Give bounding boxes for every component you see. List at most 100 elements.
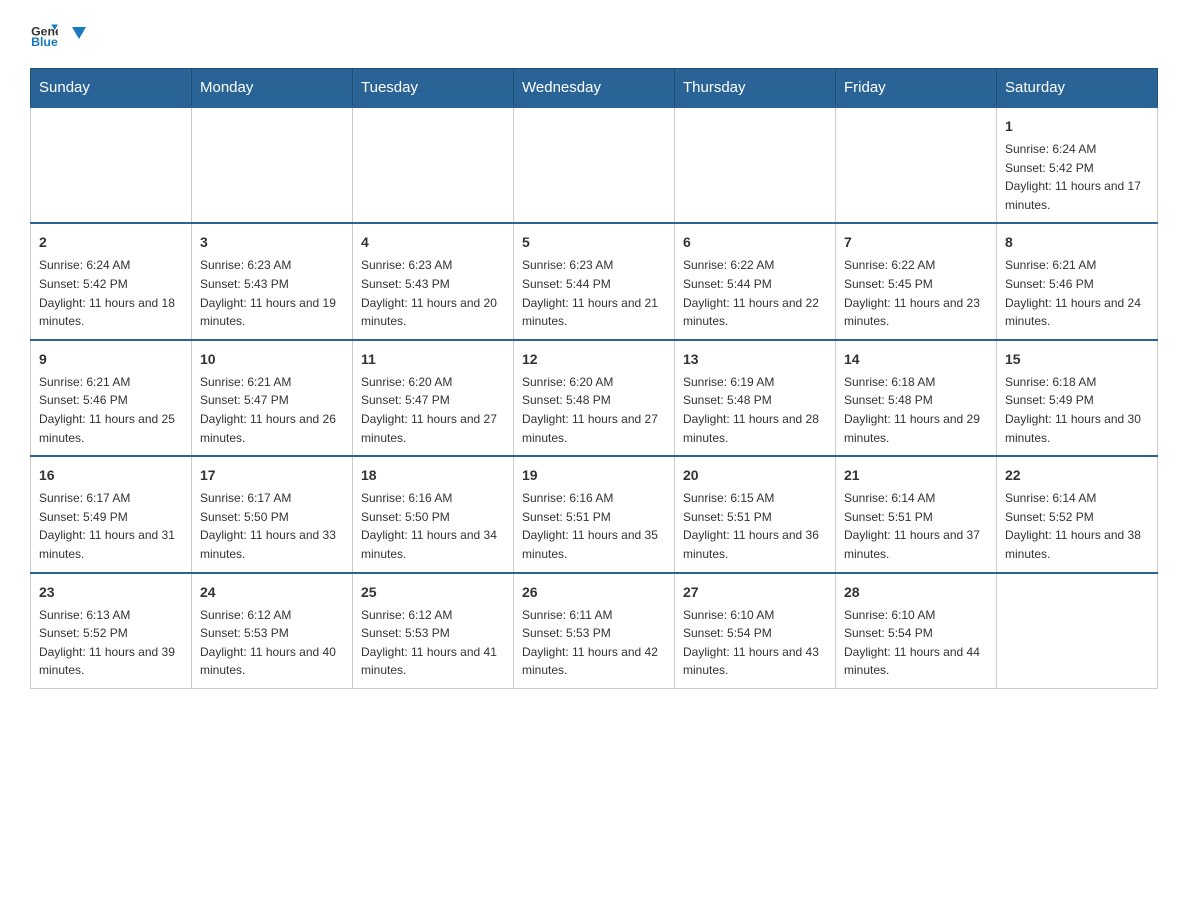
calendar-day-header: Saturday [997,69,1158,108]
day-info: Sunrise: 6:24 AMSunset: 5:42 PMDaylight:… [1005,140,1149,214]
day-number: 14 [844,349,988,370]
calendar-day-cell: 18 Sunrise: 6:16 AMSunset: 5:50 PMDayligh… [353,456,514,572]
day-info: Sunrise: 6:15 AMSunset: 5:51 PMDaylight:… [683,489,827,563]
calendar-day-cell [514,107,675,223]
calendar-day-cell: 5 Sunrise: 6:23 AMSunset: 5:44 PMDaylight… [514,223,675,339]
day-number: 5 [522,232,666,253]
calendar-day-cell: 3 Sunrise: 6:23 AMSunset: 5:43 PMDaylight… [192,223,353,339]
calendar-header-row: SundayMondayTuesdayWednesdayThursdayFrid… [31,69,1158,108]
calendar-day-cell: 19 Sunrise: 6:16 AMSunset: 5:51 PMDayligh… [514,456,675,572]
day-number: 13 [683,349,827,370]
calendar-day-cell: 8 Sunrise: 6:21 AMSunset: 5:46 PMDaylight… [997,223,1158,339]
day-number: 10 [200,349,344,370]
day-number: 26 [522,582,666,603]
calendar-day-cell: 11 Sunrise: 6:20 AMSunset: 5:47 PMDayligh… [353,340,514,456]
calendar-day-cell: 21 Sunrise: 6:14 AMSunset: 5:51 PMDayligh… [836,456,997,572]
logo-icon: General Blue [30,20,58,48]
calendar-day-cell: 2 Sunrise: 6:24 AMSunset: 5:42 PMDaylight… [31,223,192,339]
day-info: Sunrise: 6:14 AMSunset: 5:51 PMDaylight:… [844,489,988,563]
day-number: 23 [39,582,183,603]
calendar-day-cell: 1 Sunrise: 6:24 AMSunset: 5:42 PMDaylight… [997,107,1158,223]
day-info: Sunrise: 6:16 AMSunset: 5:51 PMDaylight:… [522,489,666,563]
calendar-day-cell: 27 Sunrise: 6:10 AMSunset: 5:54 PMDayligh… [675,573,836,689]
day-info: Sunrise: 6:24 AMSunset: 5:42 PMDaylight:… [39,256,183,330]
day-info: Sunrise: 6:11 AMSunset: 5:53 PMDaylight:… [522,606,666,680]
calendar-day-cell: 9 Sunrise: 6:21 AMSunset: 5:46 PMDaylight… [31,340,192,456]
calendar-day-cell: 20 Sunrise: 6:15 AMSunset: 5:51 PMDayligh… [675,456,836,572]
calendar-day-cell: 10 Sunrise: 6:21 AMSunset: 5:47 PMDayligh… [192,340,353,456]
calendar-day-cell: 7 Sunrise: 6:22 AMSunset: 5:45 PMDaylight… [836,223,997,339]
calendar-day-header: Friday [836,69,997,108]
calendar-week-row: 16 Sunrise: 6:17 AMSunset: 5:49 PMDayligh… [31,456,1158,572]
logo-triangle-icon [66,23,88,45]
day-info: Sunrise: 6:14 AMSunset: 5:52 PMDaylight:… [1005,489,1149,563]
calendar-day-cell: 16 Sunrise: 6:17 AMSunset: 5:49 PMDayligh… [31,456,192,572]
day-info: Sunrise: 6:13 AMSunset: 5:52 PMDaylight:… [39,606,183,680]
day-number: 20 [683,465,827,486]
day-info: Sunrise: 6:20 AMSunset: 5:48 PMDaylight:… [522,373,666,447]
day-number: 2 [39,232,183,253]
day-number: 1 [1005,116,1149,137]
calendar-week-row: 23 Sunrise: 6:13 AMSunset: 5:52 PMDayligh… [31,573,1158,689]
day-info: Sunrise: 6:21 AMSunset: 5:46 PMDaylight:… [1005,256,1149,330]
day-number: 25 [361,582,505,603]
day-number: 9 [39,349,183,370]
calendar-day-cell: 14Sunrise: 6:18 AMSunset: 5:48 PMDayligh… [836,340,997,456]
day-info: Sunrise: 6:23 AMSunset: 5:44 PMDaylight:… [522,256,666,330]
day-info: Sunrise: 6:23 AMSunset: 5:43 PMDaylight:… [200,256,344,330]
calendar-day-header: Tuesday [353,69,514,108]
day-info: Sunrise: 6:16 AMSunset: 5:50 PMDaylight:… [361,489,505,563]
calendar-week-row: 1 Sunrise: 6:24 AMSunset: 5:42 PMDaylight… [31,107,1158,223]
svg-text:Blue: Blue [31,35,58,48]
day-number: 8 [1005,232,1149,253]
calendar-week-row: 9 Sunrise: 6:21 AMSunset: 5:46 PMDaylight… [31,340,1158,456]
page-header: General Blue [30,20,1158,48]
calendar-day-cell: 4Sunrise: 6:23 AMSunset: 5:43 PMDaylight… [353,223,514,339]
calendar-day-cell [836,107,997,223]
day-info: Sunrise: 6:12 AMSunset: 5:53 PMDaylight:… [361,606,505,680]
day-number: 4 [361,232,505,253]
day-info: Sunrise: 6:20 AMSunset: 5:47 PMDaylight:… [361,373,505,447]
day-number: 7 [844,232,988,253]
calendar-day-cell: 26 Sunrise: 6:11 AMSunset: 5:53 PMDayligh… [514,573,675,689]
calendar-day-header: Monday [192,69,353,108]
calendar-day-cell: 6Sunrise: 6:22 AMSunset: 5:44 PMDaylight… [675,223,836,339]
day-number: 24 [200,582,344,603]
calendar-day-cell: 12 Sunrise: 6:20 AMSunset: 5:48 PMDayligh… [514,340,675,456]
day-info: Sunrise: 6:22 AMSunset: 5:44 PMDaylight:… [683,256,827,330]
calendar-day-header: Wednesday [514,69,675,108]
day-info: Sunrise: 6:22 AMSunset: 5:45 PMDaylight:… [844,256,988,330]
day-number: 21 [844,465,988,486]
day-info: Sunrise: 6:10 AMSunset: 5:54 PMDaylight:… [683,606,827,680]
calendar-day-header: Sunday [31,69,192,108]
day-number: 22 [1005,465,1149,486]
calendar-week-row: 2 Sunrise: 6:24 AMSunset: 5:42 PMDaylight… [31,223,1158,339]
day-info: Sunrise: 6:12 AMSunset: 5:53 PMDaylight:… [200,606,344,680]
calendar-day-cell: 25 Sunrise: 6:12 AMSunset: 5:53 PMDayligh… [353,573,514,689]
day-number: 27 [683,582,827,603]
day-info: Sunrise: 6:18 AMSunset: 5:49 PMDaylight:… [1005,373,1149,447]
day-info: Sunrise: 6:10 AMSunset: 5:54 PMDaylight:… [844,606,988,680]
day-info: Sunrise: 6:21 AMSunset: 5:46 PMDaylight:… [39,373,183,447]
calendar-day-cell: 17Sunrise: 6:17 AMSunset: 5:50 PMDayligh… [192,456,353,572]
calendar-day-cell: 23 Sunrise: 6:13 AMSunset: 5:52 PMDayligh… [31,573,192,689]
calendar-day-header: Thursday [675,69,836,108]
day-number: 3 [200,232,344,253]
calendar-day-cell [997,573,1158,689]
day-number: 18 [361,465,505,486]
calendar-day-cell: 24 Sunrise: 6:12 AMSunset: 5:53 PMDayligh… [192,573,353,689]
day-info: Sunrise: 6:21 AMSunset: 5:47 PMDaylight:… [200,373,344,447]
calendar-day-cell [353,107,514,223]
day-number: 15 [1005,349,1149,370]
calendar-day-cell: 13Sunrise: 6:19 AMSunset: 5:48 PMDayligh… [675,340,836,456]
calendar-day-cell: 28Sunrise: 6:10 AMSunset: 5:54 PMDayligh… [836,573,997,689]
day-number: 11 [361,349,505,370]
calendar-day-cell [675,107,836,223]
day-number: 19 [522,465,666,486]
calendar-day-cell: 22 Sunrise: 6:14 AMSunset: 5:52 PMDayligh… [997,456,1158,572]
day-info: Sunrise: 6:17 AMSunset: 5:49 PMDaylight:… [39,489,183,563]
calendar-day-cell [192,107,353,223]
day-number: 12 [522,349,666,370]
logo: General Blue [30,20,88,48]
day-number: 16 [39,465,183,486]
